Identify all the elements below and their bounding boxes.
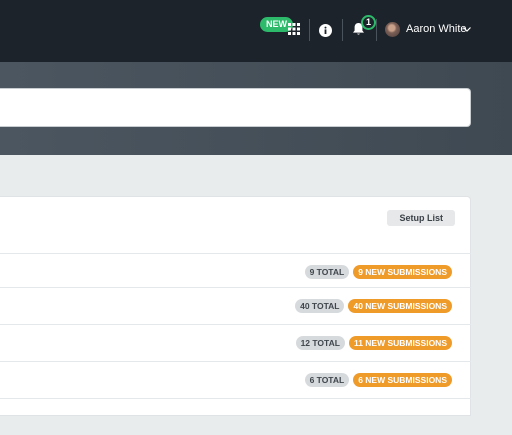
total-count-pill: 12 TOTAL [295, 336, 345, 350]
search-input[interactable] [0, 89, 470, 126]
list-row[interactable] [0, 398, 471, 435]
list-row[interactable]: 9 TOTAL 9 NEW SUBMISSIONS [0, 253, 471, 290]
total-count-pill: 40 TOTAL [295, 299, 345, 313]
avatar[interactable] [385, 22, 400, 37]
total-count-pill: 6 TOTAL [304, 373, 350, 387]
lists-card: Setup List 9 TOTAL 9 NEW SUBMISSIONS 40 … [0, 196, 471, 416]
info-icon[interactable] [319, 24, 332, 37]
new-submissions-pill[interactable]: 40 NEW SUBMISSIONS [348, 299, 452, 313]
divider [342, 19, 343, 41]
list-row[interactable]: 6 TOTAL 6 NEW SUBMISSIONS [0, 361, 471, 398]
chevron-down-icon[interactable] [463, 27, 471, 32]
total-count-pill: 9 TOTAL [304, 265, 350, 279]
grid-icon[interactable] [288, 23, 300, 35]
new-submissions-pill[interactable]: 6 NEW SUBMISSIONS [353, 373, 452, 387]
user-menu-name[interactable]: Aaron White [406, 23, 467, 36]
top-navbar: NEW 1 Aaron White [0, 0, 512, 62]
list-row[interactable]: 40 TOTAL 40 NEW SUBMISSIONS [0, 287, 471, 324]
notification-count-badge: 1 [361, 15, 376, 30]
list-row[interactable]: 12 TOTAL 11 NEW SUBMISSIONS [0, 324, 471, 361]
search-field[interactable] [0, 88, 471, 127]
divider [376, 19, 377, 41]
new-submissions-pill[interactable]: 11 NEW SUBMISSIONS [348, 336, 452, 350]
new-submissions-pill[interactable]: 9 NEW SUBMISSIONS [353, 265, 452, 279]
divider [309, 19, 310, 41]
setup-list-button[interactable]: Setup List [387, 210, 455, 226]
